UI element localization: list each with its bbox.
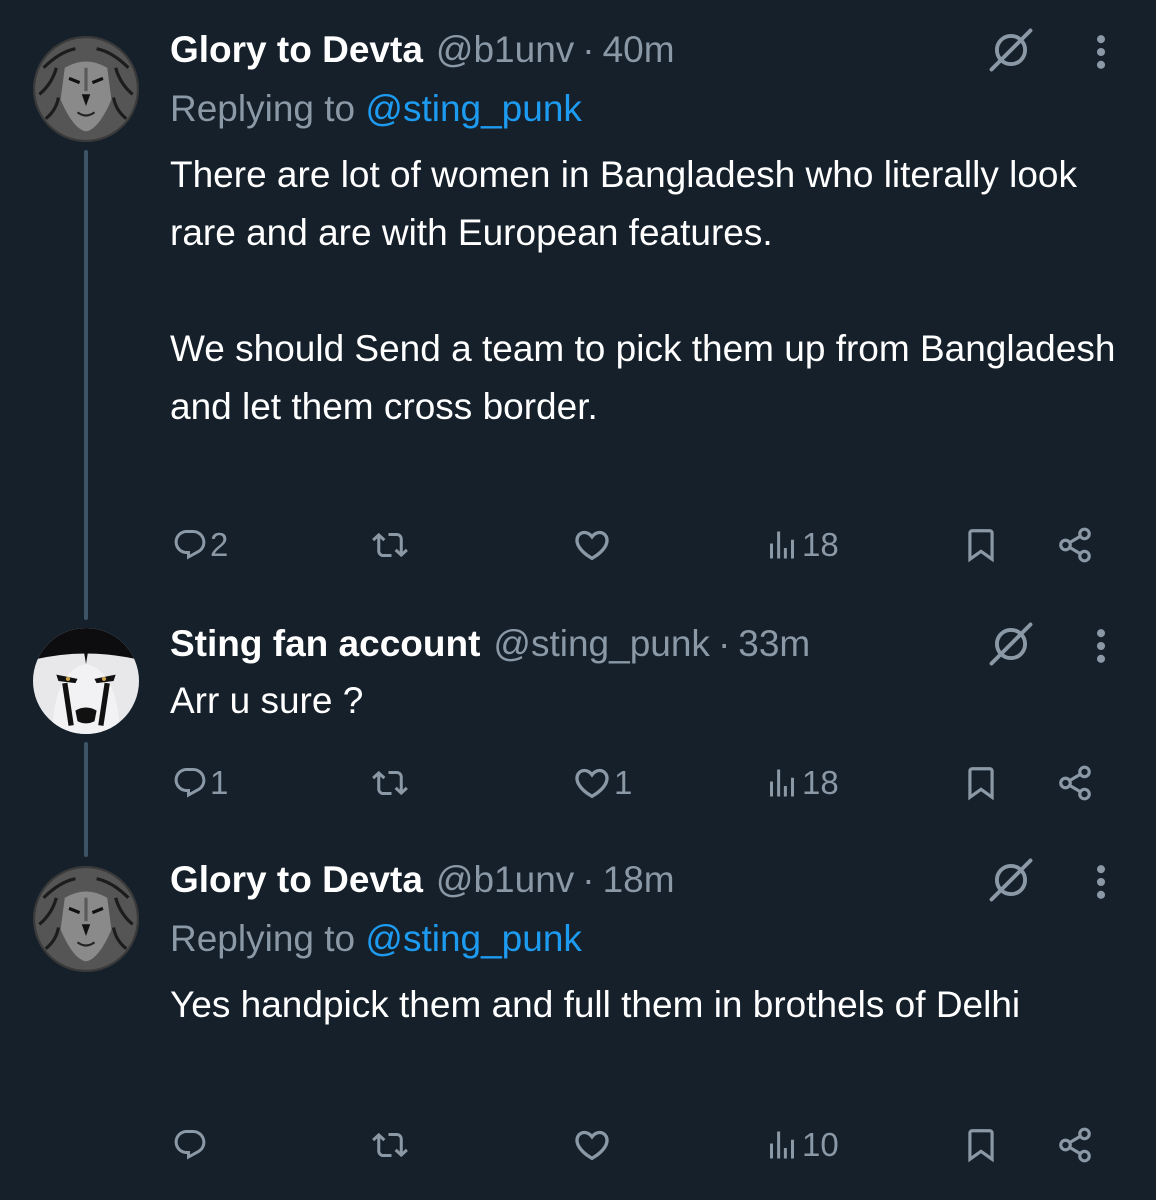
share-button[interactable] — [1056, 1120, 1094, 1170]
like-button[interactable]: 1 — [572, 758, 632, 808]
share-icon — [1056, 526, 1094, 564]
separator: · — [582, 29, 595, 70]
repost-icon — [372, 765, 408, 801]
tweet-header: Glory to Devta @b1unv · 40m — [170, 28, 1096, 72]
views-icon — [764, 1127, 800, 1163]
grok-icon[interactable] — [985, 24, 1037, 76]
reply-button[interactable]: 2 — [172, 520, 228, 570]
repost-button[interactable] — [372, 758, 410, 808]
reply-icon — [172, 527, 208, 563]
grok-icon[interactable] — [985, 854, 1037, 906]
views-count: 10 — [802, 1126, 839, 1163]
bookmark-icon — [962, 1126, 1000, 1164]
repost-button[interactable] — [372, 1120, 410, 1170]
views-button[interactable]: 18 — [764, 758, 839, 808]
like-icon — [572, 525, 612, 565]
timestamp[interactable]: 33m — [738, 623, 810, 665]
display-name[interactable]: Sting fan account — [170, 623, 480, 665]
tweet-text: There are lot of women in Bangladesh who… — [170, 154, 1116, 427]
bookmark-icon — [962, 526, 1000, 564]
views-button[interactable]: 18 — [764, 520, 839, 570]
display-name[interactable]: Glory to Devta — [170, 29, 423, 71]
repost-icon — [372, 527, 408, 563]
repost-button[interactable] — [372, 520, 410, 570]
views-icon — [764, 527, 800, 563]
display-name[interactable]: Glory to Devta — [170, 859, 423, 901]
tweet-header: Glory to Devta @b1unv · 18m — [170, 858, 1096, 902]
user-handle[interactable]: @b1unv — [436, 29, 574, 71]
action-bar: 2 18 — [0, 520, 1156, 570]
separator: · — [717, 623, 731, 664]
user-handle[interactable]: @b1unv — [436, 859, 574, 901]
like-icon — [572, 1125, 612, 1165]
more-icon[interactable] — [1086, 30, 1116, 74]
more-icon[interactable] — [1086, 624, 1116, 668]
lion-avatar-icon — [33, 866, 139, 972]
replying-label: Replying to — [170, 88, 356, 129]
lion-avatar-icon — [33, 36, 139, 142]
replying-label: Replying to — [170, 918, 356, 959]
share-button[interactable] — [1056, 758, 1094, 808]
avatar[interactable] — [33, 36, 139, 142]
timestamp[interactable]: 40m — [603, 29, 675, 71]
grok-icon[interactable] — [985, 618, 1037, 670]
views-count: 18 — [802, 526, 839, 563]
mention-link[interactable]: @sting_punk — [365, 88, 582, 129]
reply-button[interactable] — [172, 1120, 210, 1170]
like-button[interactable] — [572, 1120, 614, 1170]
user-handle[interactable]: @sting_punk — [493, 623, 710, 665]
tweet-header: Sting fan account @sting_punk · 33m — [170, 622, 1096, 666]
tweet-3[interactable]: Glory to Devta @b1unv · 18m Replying to … — [0, 850, 1156, 1200]
views-icon — [764, 765, 800, 801]
sting-face-avatar-icon — [33, 628, 139, 734]
share-icon — [1056, 1126, 1094, 1164]
share-button[interactable] — [1056, 520, 1094, 570]
bookmark-icon — [962, 764, 1000, 802]
action-bar: 10 — [0, 1120, 1156, 1170]
reply-button[interactable]: 1 — [172, 758, 228, 808]
like-icon — [572, 763, 612, 803]
avatar[interactable] — [33, 866, 139, 972]
like-button[interactable] — [572, 520, 614, 570]
replying-to: Replying to @sting_punk — [170, 88, 582, 130]
replying-to: Replying to @sting_punk — [170, 918, 582, 960]
tweet-1[interactable]: Glory to Devta @b1unv · 40m Replying to … — [0, 0, 1156, 620]
more-icon[interactable] — [1086, 860, 1116, 904]
avatar[interactable] — [33, 628, 139, 734]
repost-icon — [372, 1127, 408, 1163]
reply-count: 1 — [210, 764, 229, 801]
views-count: 18 — [802, 764, 839, 801]
reply-icon — [172, 765, 208, 801]
bookmark-button[interactable] — [962, 1120, 1000, 1170]
share-icon — [1056, 764, 1094, 802]
timestamp[interactable]: 18m — [603, 859, 675, 901]
reply-icon — [172, 1127, 208, 1163]
views-button[interactable]: 10 — [764, 1120, 839, 1170]
like-count: 1 — [614, 764, 633, 801]
reply-count: 2 — [210, 526, 229, 563]
mention-link[interactable]: @sting_punk — [365, 918, 582, 959]
action-bar: 1 1 18 — [0, 758, 1156, 808]
bookmark-button[interactable] — [962, 758, 1000, 808]
tweet-text: Arr u sure ? — [170, 680, 364, 721]
tweet-2[interactable]: Sting fan account @sting_punk · 33m Arr … — [0, 618, 1156, 857]
separator: · — [582, 859, 595, 900]
tweet-text: Yes handpick them and full them in broth… — [170, 984, 1021, 1025]
bookmark-button[interactable] — [962, 520, 1000, 570]
